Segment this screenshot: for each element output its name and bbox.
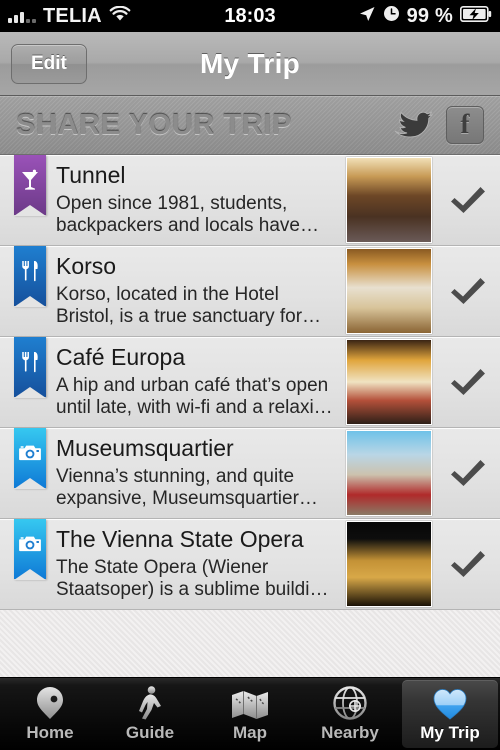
navigation-bar: Edit My Trip bbox=[0, 32, 500, 96]
checkmark-icon[interactable] bbox=[436, 428, 500, 518]
signal-strength-icon bbox=[8, 9, 36, 23]
folded-map-icon bbox=[231, 686, 269, 720]
map-pin-icon bbox=[34, 686, 66, 720]
trip-item-text: The Vienna State Opera The State Opera (… bbox=[50, 519, 342, 609]
ribbon-container bbox=[0, 246, 50, 336]
trip-item-description: The State Opera (Wiener Staatsoper) is a… bbox=[56, 556, 329, 600]
trip-item-text: Korso Korso, located in the Hotel Bristo… bbox=[50, 246, 342, 336]
checkmark-icon[interactable] bbox=[436, 246, 500, 336]
trip-list-item[interactable]: Museumsquartier Vienna’s stunning, and q… bbox=[0, 428, 500, 519]
tab-my-trip[interactable]: My Trip bbox=[402, 680, 498, 748]
ribbon-container bbox=[0, 155, 50, 245]
tab-label: Map bbox=[233, 722, 267, 742]
share-your-trip-bar: SHARE YOUR TRIP f bbox=[0, 96, 500, 155]
trip-list-item[interactable]: Korso Korso, located in the Hotel Bristo… bbox=[0, 246, 500, 337]
trip-item-description: Open since 1981, students, backpackers a… bbox=[56, 192, 319, 236]
status-bar-left: TELIA bbox=[8, 5, 131, 27]
ribbon-container bbox=[0, 519, 50, 609]
share-trip-label: SHARE YOUR TRIP bbox=[16, 108, 292, 141]
restaurant-icon bbox=[20, 351, 40, 378]
tab-label: Guide bbox=[125, 722, 175, 742]
trip-item-title: The Vienna State Opera bbox=[56, 525, 304, 552]
museumsquartier-thumbnail bbox=[346, 430, 432, 516]
trip-item-title: Café Europa bbox=[56, 343, 186, 370]
heart-icon bbox=[433, 686, 467, 720]
tab-label: Home bbox=[26, 722, 74, 742]
status-bar-right: 99 % bbox=[358, 5, 492, 28]
trip-list-item[interactable]: Tunnel Open since 1981, students, backpa… bbox=[0, 155, 500, 246]
category-ribbon-cyan bbox=[14, 428, 46, 489]
tab-nearby[interactable]: Nearby bbox=[302, 680, 398, 748]
tunnel-thumbnail bbox=[346, 157, 432, 243]
trip-item-description: Vienna’s stunning, and quite expansive, … bbox=[56, 465, 318, 509]
carrier-name: TELIA bbox=[43, 5, 102, 27]
status-bar: TELIA 18:03 99 % bbox=[0, 0, 500, 32]
alarm-clock-icon bbox=[383, 5, 400, 27]
twitter-bird-icon[interactable] bbox=[392, 108, 434, 142]
category-ribbon-blue bbox=[14, 337, 46, 398]
checkmark-icon[interactable] bbox=[436, 337, 500, 427]
facebook-icon[interactable]: f bbox=[446, 106, 484, 144]
trip-item-text: Tunnel Open since 1981, students, backpa… bbox=[50, 155, 342, 245]
restaurant-icon bbox=[20, 260, 40, 287]
tab-bar[interactable]: Home Guide Map Nearby My Trip bbox=[0, 677, 500, 750]
tab-guide[interactable]: Guide bbox=[102, 680, 198, 748]
trip-item-description: Korso, located in the Hotel Bristol, is … bbox=[56, 283, 322, 327]
cocktail-icon bbox=[20, 169, 40, 196]
battery-charging-icon bbox=[460, 5, 492, 27]
cafe-europa-thumbnail bbox=[346, 339, 432, 425]
ribbon-container bbox=[0, 428, 50, 518]
trip-item-title: Korso bbox=[56, 252, 117, 279]
share-icons-group: f bbox=[392, 106, 484, 144]
category-ribbon-purple bbox=[14, 155, 46, 216]
checkmark-icon[interactable] bbox=[436, 155, 500, 245]
trip-list-item[interactable]: Café Europa A hip and urban café that’s … bbox=[0, 337, 500, 428]
status-bar-clock: 18:03 bbox=[224, 4, 276, 27]
tab-map[interactable]: Map bbox=[202, 680, 298, 748]
walking-person-icon bbox=[137, 685, 163, 720]
tab-home[interactable]: Home bbox=[2, 680, 98, 748]
trip-item-title: Museumsquartier bbox=[56, 434, 234, 461]
trip-item-description: A hip and urban café that’s open until l… bbox=[56, 374, 333, 418]
tab-label: My Trip bbox=[420, 722, 480, 742]
facebook-letter: f bbox=[460, 108, 470, 139]
trip-item-text: Museumsquartier Vienna’s stunning, and q… bbox=[50, 428, 342, 518]
edit-button[interactable]: Edit bbox=[11, 43, 87, 84]
korso-thumbnail bbox=[346, 248, 432, 334]
battery-percent-label: 99 % bbox=[406, 5, 453, 27]
checkmark-icon[interactable] bbox=[436, 519, 500, 609]
category-ribbon-cyan bbox=[14, 519, 46, 580]
category-ribbon-blue bbox=[14, 246, 46, 307]
trip-item-text: Café Europa A hip and urban café that’s … bbox=[50, 337, 342, 427]
wifi-icon bbox=[109, 5, 131, 27]
phone-screen: TELIA 18:03 99 % Edit My Trip SHARE YOUR… bbox=[0, 0, 500, 750]
trip-list[interactable]: Tunnel Open since 1981, students, backpa… bbox=[0, 155, 500, 743]
radar-globe-icon bbox=[333, 685, 367, 720]
location-arrow-icon bbox=[358, 5, 376, 28]
camera-icon bbox=[19, 445, 41, 468]
trip-list-item[interactable]: The Vienna State Opera The State Opera (… bbox=[0, 519, 500, 610]
vienna-state-opera-thumbnail bbox=[346, 521, 432, 607]
trip-item-title: Tunnel bbox=[56, 161, 126, 188]
ribbon-container bbox=[0, 337, 50, 427]
camera-icon bbox=[19, 536, 41, 559]
tab-label: Nearby bbox=[321, 722, 379, 742]
